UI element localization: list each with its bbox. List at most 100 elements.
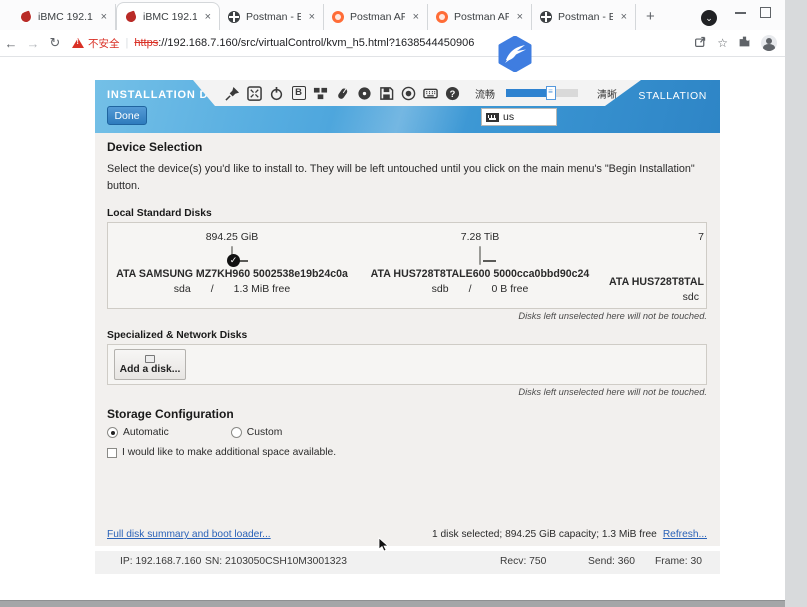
url-text: ://192.168.7.160/src/virtualControl/kvm_…: [158, 37, 474, 49]
tab-postman-api-2[interactable]: Postman API Platfo ×: [428, 4, 532, 30]
keyboard-icon[interactable]: [423, 86, 438, 101]
tab-title: iBMC 192.168.7.16: [143, 11, 197, 23]
selected-check-icon: ✓: [227, 254, 240, 267]
floppy-save-icon[interactable]: [379, 86, 394, 101]
slider-handle[interactable]: [546, 86, 556, 100]
tab-close-icon[interactable]: ×: [515, 11, 525, 23]
dove-extension-badge-icon[interactable]: [497, 36, 533, 72]
specialized-disks-label: Specialized & Network Disks: [107, 330, 708, 341]
desktop-right-strip: [785, 0, 807, 607]
tab-title: iBMC 192.168.7.16: [38, 11, 93, 23]
toolbar-right-icons: ☆: [694, 35, 777, 51]
profile-avatar[interactable]: [761, 35, 777, 51]
disk-name: ATA HUS728T8TALE600 5000cca0bbd90c24: [371, 268, 590, 280]
disk-sdb[interactable]: 7.28 TiB ATA HUS728T8TALE600 5000cca0bbd…: [356, 223, 604, 295]
disk-name: ATA SAMSUNG MZ7KH960 5002538e19b24c0a: [116, 268, 348, 280]
forward-button[interactable]: →: [22, 36, 44, 51]
back-button[interactable]: ←: [0, 36, 22, 51]
refresh-link[interactable]: Refresh...: [663, 529, 707, 540]
status-ip: IP: 192.168.7.160: [120, 556, 201, 567]
disk-sep: /: [211, 283, 214, 295]
tab-close-icon[interactable]: ×: [99, 11, 109, 23]
mouse-cursor: [378, 537, 390, 558]
radio-automatic[interactable]: Automatic: [107, 427, 169, 438]
device-selection-title: Device Selection: [107, 140, 708, 154]
disk-dev: sdc: [683, 291, 699, 303]
disk-sda[interactable]: 894.25 GiB ✓ ATA SAMSUNG MZ7KH960 500253…: [108, 223, 356, 295]
tab-close-icon[interactable]: ×: [619, 11, 629, 23]
full-disk-summary-link[interactable]: Full disk summary and boot loader...: [107, 529, 271, 540]
maximize-button[interactable]: [760, 7, 771, 18]
additional-space-label: I would like to make additional space av…: [122, 447, 336, 458]
share-icon[interactable]: [694, 35, 707, 51]
slider-smooth-label: 流畅: [475, 86, 495, 101]
disk-icon: [145, 355, 155, 363]
partitioning-options: Automatic Custom: [107, 427, 708, 438]
pin-icon[interactable]: [225, 86, 240, 101]
help-icon[interactable]: ?: [445, 86, 460, 101]
bookmark-star-icon[interactable]: ☆: [717, 36, 728, 50]
tab-ibmc-2-active[interactable]: iBMC 192.168.7.16 ×: [116, 2, 220, 30]
slider-fill: [506, 89, 549, 97]
disk-dev-row: sdb / 0 B free: [432, 283, 529, 295]
disk-free: 0 B free: [492, 283, 529, 295]
custom-label: Custom: [247, 427, 282, 438]
add-disk-button[interactable]: Add a disk...: [114, 349, 186, 380]
globe-favicon: [228, 11, 240, 23]
reload-button[interactable]: ↻: [44, 35, 66, 51]
minimize-button[interactable]: [735, 12, 746, 14]
power-icon[interactable]: [269, 86, 284, 101]
tab-postman-api-1[interactable]: Postman API Platfo ×: [324, 4, 428, 30]
checkbox[interactable]: [107, 448, 117, 458]
tab-postman-browse-2[interactable]: Postman - Browse ×: [532, 4, 636, 30]
storage-configuration-title: Storage Configuration: [107, 407, 708, 421]
tab-close-icon[interactable]: ×: [307, 11, 317, 23]
security-warning-icon[interactable]: [72, 38, 84, 48]
kvm-toolbar: B: [193, 80, 641, 106]
disk-sdc-partial[interactable]: 7 ATA HUS728T8TAL sdc: [574, 223, 704, 309]
record-icon[interactable]: [401, 86, 416, 101]
disk-size: 894.25 GiB: [206, 231, 259, 243]
tab-close-icon[interactable]: ×: [203, 11, 213, 23]
mouse-icon[interactable]: [335, 86, 350, 101]
fullscreen-icon[interactable]: [247, 86, 262, 101]
status-sn: SN: 2103050CSH10M3001323: [205, 556, 347, 567]
new-tab-button[interactable]: +: [646, 9, 655, 24]
globe-favicon: [540, 11, 552, 23]
screen-layout-icon[interactable]: [313, 86, 328, 101]
device-selection-intro: Select the device(s) you'd like to insta…: [107, 161, 707, 194]
disk-name: ATA HUS728T8TAL: [609, 276, 704, 288]
keyboard-layout-selector[interactable]: us: [481, 108, 557, 126]
boot-b-icon[interactable]: B: [291, 86, 306, 101]
specialized-disks-box: Add a disk...: [107, 344, 707, 385]
extensions-puzzle-icon[interactable]: [738, 35, 751, 51]
tab-title: Postman API Platfo: [454, 11, 509, 23]
tab-strip: iBMC 192.168.7.16 × iBMC 192.168.7.16 × …: [0, 0, 785, 30]
tabs: iBMC 192.168.7.16 × iBMC 192.168.7.16 × …: [12, 0, 636, 30]
status-frame: Frame: 30: [655, 556, 702, 567]
tab-postman-browse-1[interactable]: Postman - Browse ×: [220, 4, 324, 30]
local-disks-label: Local Standard Disks: [107, 208, 708, 219]
browser-window: iBMC 192.168.7.16 × iBMC 192.168.7.16 × …: [0, 0, 785, 600]
done-button[interactable]: Done: [107, 106, 147, 125]
disk-sep: /: [469, 283, 472, 295]
radio-button-checked[interactable]: [107, 427, 118, 438]
video-quality-slider[interactable]: [506, 89, 578, 97]
cd-rom-icon[interactable]: [357, 86, 372, 101]
kvm-status-bar: IP: 192.168.7.160 SN: 2103050CSH10M30013…: [95, 551, 720, 574]
page-content: INSTALLATION DEST STALLATION Done us: [0, 57, 785, 600]
security-warning-label[interactable]: 不安全: [88, 36, 120, 51]
tab-ibmc-1[interactable]: iBMC 192.168.7.16 ×: [12, 4, 116, 30]
tab-search-button[interactable]: ⌄: [701, 10, 717, 26]
disk-dev: sda: [174, 283, 191, 295]
disk-dev: sdb: [432, 283, 449, 295]
address-bar[interactable]: 不安全 | https ://192.168.7.160/src/virtual…: [72, 33, 694, 54]
installer-header-right-text: STALLATION: [638, 90, 707, 102]
radio-button[interactable]: [231, 427, 242, 438]
tab-close-icon[interactable]: ×: [411, 11, 421, 23]
additional-space-option[interactable]: I would like to make additional space av…: [107, 447, 708, 458]
ibmc-favicon: [125, 11, 137, 23]
disk-icon: [479, 247, 481, 265]
svg-text:?: ?: [450, 88, 456, 98]
radio-custom[interactable]: Custom: [231, 427, 282, 438]
